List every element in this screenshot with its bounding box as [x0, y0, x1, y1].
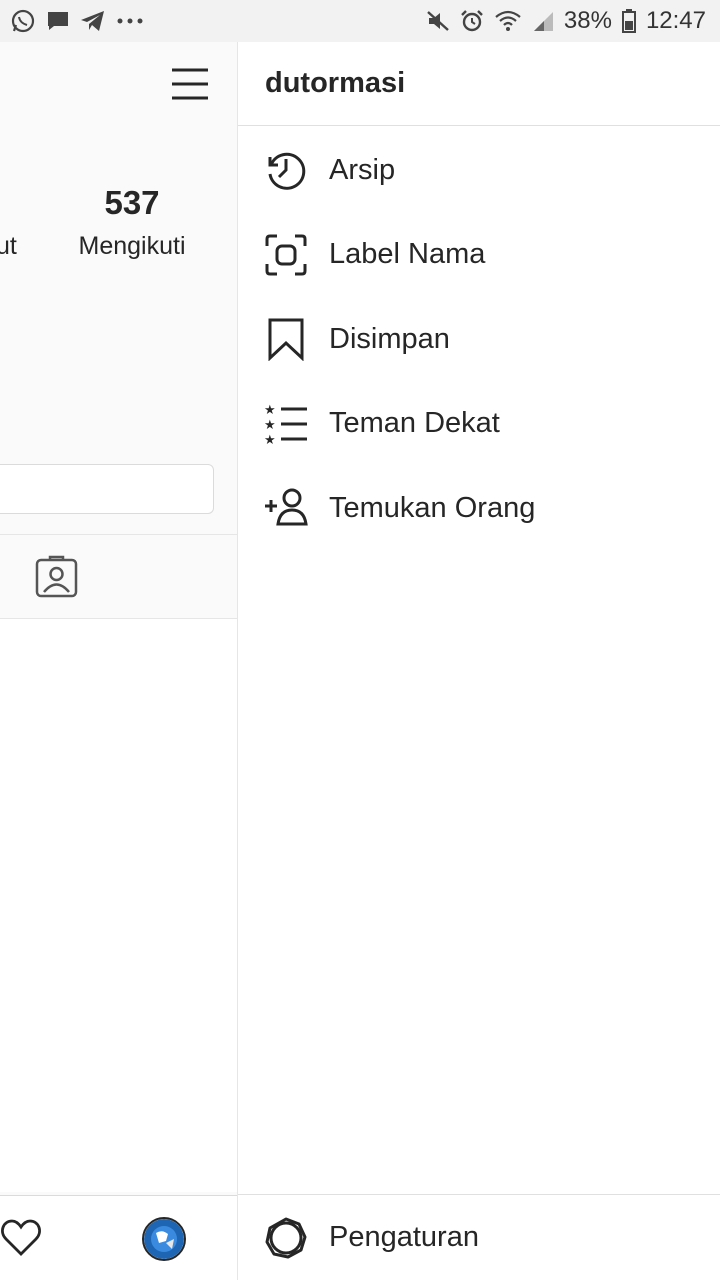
menu-label: Label Nama — [329, 238, 486, 271]
status-bar: 38% 12:47 — [0, 0, 720, 42]
battery-icon — [621, 9, 636, 33]
gear-icon — [264, 1216, 308, 1260]
following-label[interactable]: Mengikuti — [70, 232, 194, 261]
mute-icon — [426, 9, 450, 33]
menu-hamburger-icon[interactable] — [170, 67, 210, 101]
bookmark-icon — [264, 317, 308, 362]
status-bar-system: 38% 12:47 — [426, 7, 706, 35]
settings-label: Pengaturan — [329, 1221, 479, 1253]
close-friends-list-icon: ★ ★ ★ — [264, 402, 308, 446]
menu-item-arsip[interactable]: Arsip — [238, 128, 720, 213]
settings-button[interactable]: Pengaturan — [238, 1194, 720, 1280]
profile-panel: ut 537 Mengikuti — [0, 42, 237, 1280]
followers-label-partial[interactable]: ut — [0, 232, 17, 261]
avatar[interactable] — [142, 1217, 186, 1261]
status-bar-notifications — [10, 8, 144, 34]
svg-text:★: ★ — [264, 418, 276, 433]
whatsapp-icon — [10, 8, 36, 34]
wifi-icon — [494, 9, 522, 33]
battery-percent: 38% — [563, 7, 612, 34]
divider — [0, 534, 237, 535]
posts-area — [0, 619, 237, 1192]
add-person-icon — [264, 486, 308, 530]
menu-item-temukan-orang[interactable]: Temukan Orang — [238, 466, 720, 551]
more-dots-icon — [116, 17, 144, 25]
message-icon — [46, 9, 70, 33]
side-drawer: dutormasi Arsip Label Nama Disimpan ★ ★ ★ … — [237, 42, 720, 1280]
status-time: 12:47 — [645, 7, 706, 34]
signal-icon — [532, 10, 554, 32]
username: dutormasi — [265, 67, 406, 99]
menu-label: Teman Dekat — [329, 407, 500, 440]
drawer-menu: Arsip Label Nama Disimpan ★ ★ ★ Teman Deka… — [238, 128, 720, 551]
drawer-header: dutormasi — [238, 42, 720, 126]
svg-text:★: ★ — [264, 403, 276, 418]
bottom-nav — [0, 1195, 237, 1280]
telegram-icon — [80, 9, 106, 33]
menu-item-teman-dekat[interactable]: ★ ★ ★ Teman Dekat — [238, 382, 720, 467]
following-count[interactable]: 537 — [70, 184, 194, 222]
svg-text:★: ★ — [264, 433, 276, 446]
menu-label: Disimpan — [329, 322, 450, 355]
divider — [0, 618, 237, 619]
menu-item-label-nama[interactable]: Label Nama — [238, 213, 720, 298]
menu-label: Arsip — [329, 153, 396, 186]
archive-clock-icon — [264, 148, 308, 192]
alarm-icon — [460, 9, 484, 33]
edit-profile-button[interactable] — [0, 464, 214, 514]
menu-item-disimpan[interactable]: Disimpan — [238, 297, 720, 382]
tagged-photos-icon[interactable] — [35, 555, 78, 598]
nametag-icon — [264, 233, 308, 277]
heart-icon[interactable] — [0, 1218, 42, 1258]
menu-label: Temukan Orang — [329, 491, 536, 524]
